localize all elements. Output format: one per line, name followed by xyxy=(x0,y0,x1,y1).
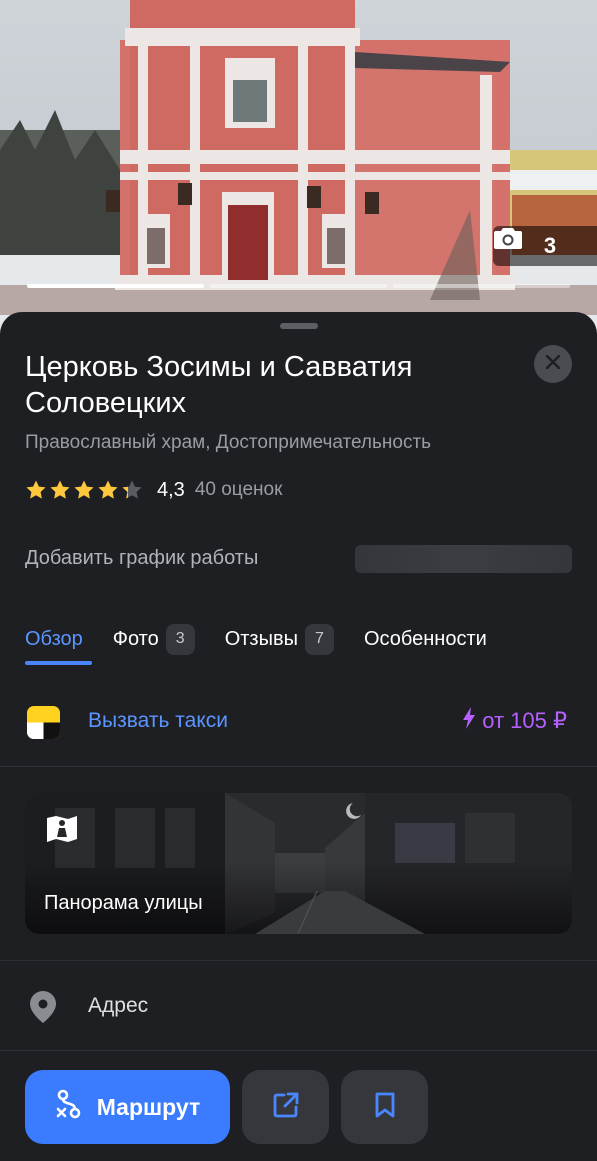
tab-count-badge: 3 xyxy=(165,623,195,655)
tab-overview[interactable]: Обзор xyxy=(25,619,83,659)
sheet-drag-handle[interactable] xyxy=(280,323,318,329)
add-hours-link[interactable]: Добавить график работы xyxy=(25,547,258,570)
star-icon xyxy=(50,480,70,499)
divider xyxy=(0,1050,597,1051)
taxi-price-label: от 105 ₽ xyxy=(482,708,567,733)
divider xyxy=(0,960,597,961)
photo-count-badge[interactable]: 3 xyxy=(493,226,597,266)
tab-reviews[interactable]: Отзывы 7 xyxy=(225,619,334,659)
photo-count: 3 xyxy=(543,233,557,258)
tab-label: Особенности xyxy=(363,627,487,650)
gallery-progress-segment xyxy=(27,284,204,288)
route-icon xyxy=(55,1089,83,1125)
star-icon xyxy=(74,480,94,499)
star-icon xyxy=(98,480,118,499)
tab-features[interactable]: Особенности xyxy=(364,619,487,659)
place-title: Церковь Зосимы и Савватия Соловецких xyxy=(25,351,413,419)
location-pin-icon xyxy=(29,990,57,1029)
bookmark-icon xyxy=(373,1091,397,1124)
church-photo xyxy=(0,0,597,340)
close-button[interactable] xyxy=(534,345,572,383)
rating-count: 40 оценок xyxy=(194,479,283,500)
share-icon xyxy=(272,1091,300,1124)
lightning-icon xyxy=(462,707,476,735)
address-row[interactable]: Адрес xyxy=(0,982,597,1038)
bookmark-button[interactable] xyxy=(341,1070,428,1144)
tab-label: Обзор xyxy=(25,627,83,650)
rating-stars xyxy=(25,479,143,501)
tabs-bar: Обзор Фото 3 Отзывы 7 Особенности xyxy=(25,619,517,659)
tab-count-badge: 7 xyxy=(304,623,334,655)
tab-label: Отзывы xyxy=(224,627,298,650)
gallery-progress xyxy=(27,284,570,288)
tab-label: Фото xyxy=(112,627,159,650)
place-photo-gallery[interactable]: 3 xyxy=(0,0,597,340)
route-button-label: Маршрут xyxy=(96,1093,201,1120)
place-category: Православный храм, Достопримечательность xyxy=(25,432,432,453)
star-icon xyxy=(26,480,46,499)
star-icon xyxy=(122,480,142,499)
close-icon xyxy=(545,354,561,374)
share-button[interactable] xyxy=(242,1070,329,1144)
gallery-progress-segment xyxy=(210,284,387,288)
active-tab-indicator xyxy=(25,661,92,665)
taxi-icon xyxy=(27,706,60,739)
street-panorama-card[interactable]: Панорама улицы xyxy=(25,793,572,934)
place-card-sheet: Церковь Зосимы и Савватия Соловецких Пра… xyxy=(0,312,597,1161)
divider xyxy=(0,766,597,767)
rating-row[interactable]: 4,3 40 оценок xyxy=(25,476,282,504)
call-taxi-row[interactable]: Вызвать такси от 105 ₽ xyxy=(0,697,597,765)
gallery-progress-segment xyxy=(393,284,570,288)
hours-placeholder xyxy=(355,545,572,573)
route-button[interactable]: Маршрут xyxy=(25,1070,230,1144)
rating-value: 4,3 xyxy=(157,478,185,501)
address-label: Адрес xyxy=(88,994,149,1017)
tab-photos[interactable]: Фото 3 xyxy=(113,619,195,659)
action-bar: Маршрут xyxy=(25,1070,428,1144)
panorama-label: Панорама улицы xyxy=(44,892,203,914)
taxi-price: от 105 ₽ xyxy=(462,707,567,735)
call-taxi-label: Вызвать такси xyxy=(88,709,228,732)
